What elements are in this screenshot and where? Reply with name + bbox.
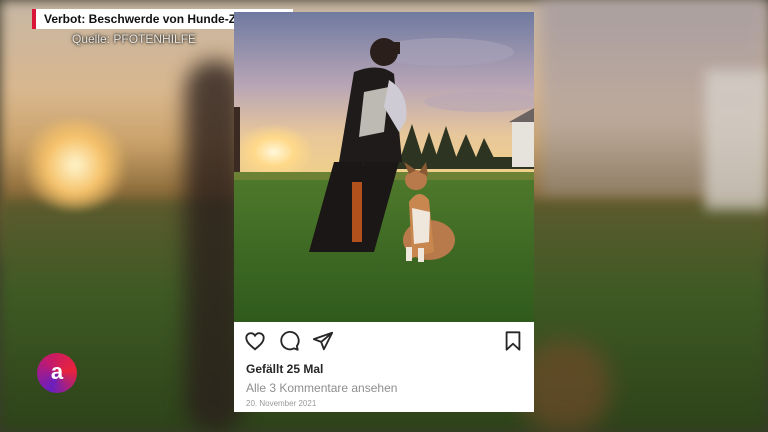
post-photo: [234, 12, 534, 322]
background-house: [705, 70, 768, 210]
post-date: 20. November 2021: [246, 399, 317, 408]
post-card: Gefällt 25 Mal Alle 3 Kommentare ansehen…: [234, 12, 534, 412]
like-count: Gefällt 25 Mal: [246, 362, 324, 376]
source-caption: Quelle: PFOTENHILFE: [72, 32, 197, 46]
bookmark-icon[interactable]: [502, 330, 524, 352]
photo-scene: [234, 12, 534, 322]
view-comments-link[interactable]: Alle 3 Kommentare ansehen: [246, 381, 397, 395]
share-icon[interactable]: [312, 330, 334, 352]
heart-icon[interactable]: [244, 330, 266, 352]
channel-logo: a: [37, 353, 77, 393]
background-sun: [20, 120, 130, 210]
channel-logo-letter: a: [50, 358, 64, 384]
post-actions: [234, 330, 534, 354]
comment-icon[interactable]: [278, 330, 300, 352]
